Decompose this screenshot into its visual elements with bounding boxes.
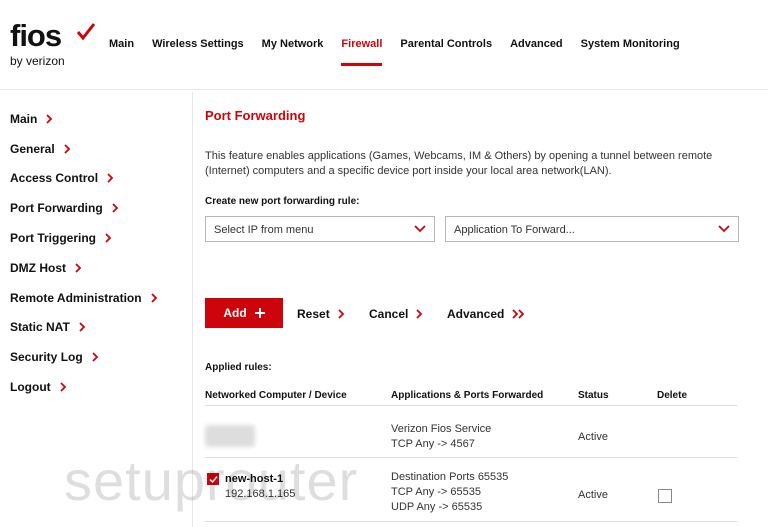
double-chevron-right-icon xyxy=(512,309,525,319)
sidebar-item-label: General xyxy=(10,141,55,156)
advanced-button-label: Advanced xyxy=(447,307,505,321)
sidebar-item-general[interactable]: General xyxy=(0,134,190,164)
sidebar-item-port-triggering[interactable]: Port Triggering xyxy=(0,223,190,253)
chevron-down-icon xyxy=(414,225,426,233)
topnav-firewall[interactable]: Firewall xyxy=(332,0,391,66)
sidebar-item-remote-administration[interactable]: Remote Administration xyxy=(0,283,190,313)
device-name: new-host-1 xyxy=(225,473,284,485)
device-ip: 192.168.1.165 xyxy=(225,488,296,500)
main-content: Port Forwarding This feature enables app… xyxy=(192,92,768,527)
chevron-right-icon xyxy=(104,233,112,243)
cancel-button[interactable]: Cancel xyxy=(369,307,423,321)
topnav-wireless-settings[interactable]: Wireless Settings xyxy=(143,0,253,66)
sidebar-item-label: Security Log xyxy=(10,350,83,365)
table-header: Networked Computer / Device Applications… xyxy=(205,384,737,406)
topnav-my-network[interactable]: My Network xyxy=(253,0,333,66)
sidebar-item-dmz-host[interactable]: DMZ Host xyxy=(0,253,190,283)
chevron-right-icon xyxy=(74,263,82,273)
chevron-right-icon xyxy=(78,322,86,333)
sidebar-item-port-forwarding[interactable]: Port Forwarding xyxy=(0,193,190,223)
create-rule-label: Create new port forwarding rule: xyxy=(205,196,360,207)
plus-icon xyxy=(254,308,265,318)
page-description: This feature enables applications (Games… xyxy=(205,150,713,177)
add-button-label: Add xyxy=(223,306,247,320)
app-line: TCP Any -> 65535 xyxy=(391,486,481,498)
reset-button-label: Reset xyxy=(297,307,330,321)
column-header: Networked Computer / Device xyxy=(205,390,347,401)
app-line: Destination Ports 65535 xyxy=(391,471,509,483)
chevron-right-icon xyxy=(416,309,423,319)
column-header: Applications & Ports Forwarded xyxy=(391,390,544,401)
logo-byline: by verizon xyxy=(10,54,65,68)
application-select[interactable]: Application To Forward... xyxy=(445,216,739,242)
sidebar-item-label: Access Control xyxy=(10,171,99,186)
top-nav: Main Wireless Settings My Network Firewa… xyxy=(100,0,689,90)
ip-select-value: Select IP from menu xyxy=(214,224,314,236)
cancel-button-label: Cancel xyxy=(369,307,409,321)
advanced-button[interactable]: Advanced xyxy=(447,307,525,321)
chevron-right-icon xyxy=(91,352,99,362)
device-cell: new-host-1 xyxy=(207,473,283,485)
topnav-main[interactable]: Main xyxy=(100,0,143,66)
logo-check-icon xyxy=(76,23,96,41)
sidebar-item-label: Port Forwarding xyxy=(10,201,103,216)
table-row: Verizon Fios Service TCP Any -> 4567 Act… xyxy=(205,417,737,458)
topnav-parental-controls[interactable]: Parental Controls xyxy=(391,0,501,66)
sidebar-item-main[interactable]: Main xyxy=(0,104,190,134)
sidebar-item-static-nat[interactable]: Static NAT xyxy=(0,313,190,343)
app-line: TCP Any -> 4567 xyxy=(391,438,475,450)
device-checkbox[interactable] xyxy=(207,473,219,485)
column-header: Status xyxy=(578,390,609,401)
reset-button[interactable]: Reset xyxy=(297,307,345,321)
top-bar: fios by verizon Main Wireless Settings M… xyxy=(0,0,768,90)
page-title: Port Forwarding xyxy=(205,108,306,123)
status-text: Active xyxy=(578,489,608,501)
app-line: UDP Any -> 65535 xyxy=(391,501,483,513)
add-button[interactable]: Add xyxy=(205,298,283,328)
chevron-right-icon xyxy=(338,309,344,319)
status-text: Active xyxy=(578,431,608,443)
table-row: new-host-1 192.168.1.165 Destination Por… xyxy=(205,458,737,522)
sidebar-item-label: Main xyxy=(10,111,38,126)
topnav-advanced[interactable]: Advanced xyxy=(501,0,572,66)
chevron-right-icon xyxy=(45,114,53,124)
chevron-right-icon xyxy=(150,293,158,303)
column-header: Delete xyxy=(657,390,688,401)
fios-logo[interactable]: fios by verizon xyxy=(10,20,100,72)
sidebar-item-logout[interactable]: Logout xyxy=(0,372,190,402)
sidebar-item-label: DMZ Host xyxy=(10,260,66,275)
redacted-device-name xyxy=(205,425,255,447)
chevron-right-icon xyxy=(111,203,119,213)
apps-cell: Verizon Fios Service TCP Any -> 4567 xyxy=(391,422,491,452)
applied-rules-label: Applied rules: xyxy=(205,362,272,373)
sidebar-item-label: Static NAT xyxy=(10,320,70,335)
chevron-right-icon xyxy=(59,382,67,392)
ip-select[interactable]: Select IP from menu xyxy=(205,216,435,242)
app-line: Verizon Fios Service xyxy=(391,423,492,435)
logo-wordmark: fios xyxy=(10,18,62,53)
apps-cell: Destination Ports 65535 TCP Any -> 65535… xyxy=(391,470,508,515)
sidebar: Main General Access Control Port Forward… xyxy=(0,104,190,402)
sidebar-item-label: Port Triggering xyxy=(10,231,97,246)
delete-checkbox[interactable] xyxy=(658,489,672,503)
sidebar-item-security-log[interactable]: Security Log xyxy=(0,342,190,372)
checkmark-icon xyxy=(208,475,218,483)
chevron-down-icon xyxy=(718,225,730,233)
topnav-system-monitoring[interactable]: System Monitoring xyxy=(572,0,689,66)
sidebar-item-label: Logout xyxy=(10,380,51,395)
sidebar-item-access-control[interactable]: Access Control xyxy=(0,164,190,194)
sidebar-item-label: Remote Administration xyxy=(10,290,142,305)
chevron-right-icon xyxy=(106,173,114,184)
chevron-right-icon xyxy=(63,144,71,154)
application-select-value: Application To Forward... xyxy=(454,224,575,236)
